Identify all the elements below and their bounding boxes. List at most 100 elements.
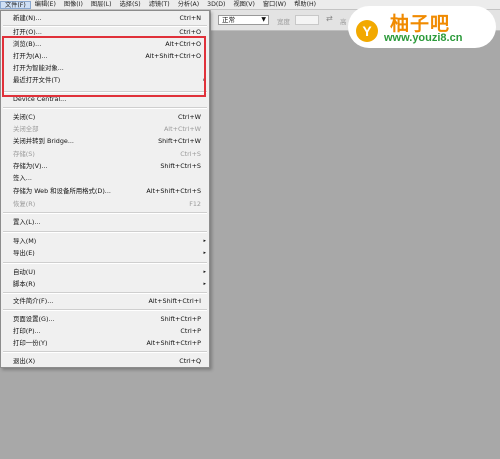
watermark-logo: Y 柚子吧 www.youzi8.cn — [348, 6, 496, 48]
menu-item-close[interactable]: 关闭(C) Ctrl+W — [1, 112, 209, 122]
menu-item-automate[interactable]: 自动(U) ▸ — [1, 267, 209, 277]
menu-item-label: 自动(U) — [13, 268, 36, 276]
menu-item-label: 导出(E) — [13, 249, 35, 257]
menu-item-print-one-copy[interactable]: 打印一份(Y) Alt+Shift+Ctrl+P — [1, 338, 209, 348]
menu-item-label: 关闭(C) — [13, 113, 36, 121]
logo-icon: Y — [356, 20, 378, 42]
menu-item-label: 页面设置(G)... — [13, 315, 55, 323]
menu-item-shortcut: Ctrl+N — [179, 14, 201, 22]
menu-item-page-setup[interactable]: 页面设置(G)... Shift+Ctrl+P — [1, 314, 209, 324]
menu-separator — [3, 262, 207, 264]
menu-view[interactable]: 视图(V) — [229, 0, 258, 9]
menu-item-shortcut: Ctrl+Q — [179, 357, 201, 365]
menu-item-shortcut: Alt+Shift+Ctrl+S — [146, 187, 201, 195]
menu-select[interactable]: 选择(S) — [116, 0, 145, 9]
menu-item-label: 浏览(B)... — [13, 40, 42, 48]
menu-item-shortcut: Alt+Shift+Ctrl+I — [148, 297, 202, 305]
menu-separator — [3, 91, 207, 93]
menu-item-export[interactable]: 导出(E) ▸ — [1, 248, 209, 258]
menu-item-file-info[interactable]: 文件简介(F)... Alt+Shift+Ctrl+I — [1, 296, 209, 306]
menu-3d[interactable]: 3D(D) — [203, 0, 229, 9]
submenu-arrow-icon: ▸ — [203, 238, 206, 244]
menu-item-exit[interactable]: 退出(X) Ctrl+Q — [1, 356, 209, 366]
submenu-arrow-icon: ▸ — [203, 281, 206, 287]
menu-item-new[interactable]: 新建(N)... Ctrl+N — [1, 13, 209, 23]
submenu-arrow-icon: ▸ — [203, 250, 206, 256]
menu-item-close-all[interactable]: 关闭全部 Alt+Ctrl+W — [1, 124, 209, 134]
menu-filter[interactable]: 滤镜(T) — [145, 0, 174, 9]
menu-item-print[interactable]: 打印(P)... Ctrl+P — [1, 326, 209, 336]
width-label: 宽度 — [277, 18, 290, 26]
menu-item-device-central[interactable]: Device Central... — [1, 94, 209, 104]
menu-item-label: 打开(O)... — [13, 28, 42, 36]
menu-item-shortcut: Alt+Ctrl+O — [165, 40, 201, 48]
menu-item-shortcut: Alt+Shift+Ctrl+P — [146, 339, 201, 347]
submenu-arrow-icon: ▸ — [203, 77, 206, 83]
menu-item-shortcut: Alt+Ctrl+W — [163, 125, 201, 133]
menu-item-save[interactable]: 存储(S) Ctrl+S — [1, 149, 209, 159]
menu-image[interactable]: 图像(I) — [60, 0, 87, 9]
menu-separator — [3, 309, 207, 311]
menu-item-close-go-bridge[interactable]: 关闭并转到 Bridge... Shift+Ctrl+W — [1, 136, 209, 146]
menu-file[interactable]: 文件(F) — [0, 0, 31, 9]
menu-item-label: 存储为(V)... — [13, 162, 48, 170]
menu-separator — [3, 292, 207, 294]
menu-item-label: 签入... — [13, 174, 32, 182]
menu-item-shortcut: Ctrl+S — [180, 150, 201, 158]
menu-help[interactable]: 帮助(H) — [290, 0, 320, 9]
menu-item-label: 退出(X) — [13, 357, 36, 365]
menu-item-shortcut: Shift+Ctrl+W — [158, 137, 201, 145]
menu-item-label: 存储为 Web 和设备所用格式(D)... — [13, 187, 111, 195]
menu-item-revert[interactable]: 恢复(R) F12 — [1, 199, 209, 209]
menu-item-save-for-web[interactable]: 存储为 Web 和设备所用格式(D)... Alt+Shift+Ctrl+S — [1, 186, 209, 196]
menu-item-label: 新建(N)... — [13, 14, 42, 22]
menu-item-browse[interactable]: 浏览(B)... Alt+Ctrl+O — [1, 39, 209, 49]
menu-item-label: 关闭全部 — [13, 125, 39, 133]
menu-item-recent-files[interactable]: 最近打开文件(T) ▸ — [1, 75, 209, 85]
menu-item-label: 导入(M) — [13, 237, 37, 245]
menu-item-label: 打印(P)... — [13, 327, 41, 335]
style-select-value: 正常 — [222, 16, 235, 24]
height-label: 高 — [340, 18, 347, 26]
file-menu-dropdown: 新建(N)... Ctrl+N 打开(O)... Ctrl+O 浏览(B)...… — [0, 10, 210, 368]
style-select[interactable]: 正常 ▼ — [218, 15, 269, 25]
menu-item-label: 存储(S) — [13, 150, 35, 158]
menu-item-open-smart-object[interactable]: 打开为智能对象... — [1, 63, 209, 73]
menu-item-open-as[interactable]: 打开为(A)... Alt+Shift+Ctrl+O — [1, 51, 209, 61]
swap-icon[interactable]: ⇄ — [326, 14, 333, 23]
menu-separator — [3, 351, 207, 353]
menu-item-label: 文件简介(F)... — [13, 297, 54, 305]
menu-item-scripts[interactable]: 脚本(R) ▸ — [1, 279, 209, 289]
menu-item-label: 置入(L)... — [13, 218, 41, 226]
menu-item-label: Device Central... — [13, 95, 67, 103]
menu-item-label: 打开为(A)... — [13, 52, 48, 60]
menu-separator — [3, 231, 207, 233]
menu-item-place[interactable]: 置入(L)... — [1, 217, 209, 227]
menu-item-shortcut: Ctrl+W — [177, 113, 201, 121]
menu-item-check-in[interactable]: 签入... — [1, 173, 209, 183]
menu-item-shortcut: Alt+Shift+Ctrl+O — [145, 52, 201, 60]
menu-item-shortcut: F12 — [189, 200, 201, 208]
menu-edit[interactable]: 编辑(E) — [31, 0, 60, 9]
menu-item-label: 最近打开文件(T) — [13, 76, 61, 84]
menu-item-label: 打印一份(Y) — [13, 339, 48, 347]
menu-layer[interactable]: 图层(L) — [87, 0, 116, 9]
menu-item-label: 关闭并转到 Bridge... — [13, 137, 74, 145]
menu-item-shortcut: Shift+Ctrl+S — [160, 162, 201, 170]
menu-window[interactable]: 窗口(W) — [259, 0, 290, 9]
menu-separator — [3, 107, 207, 109]
menu-separator — [3, 212, 207, 214]
chevron-down-icon: ▼ — [261, 16, 266, 23]
menu-item-shortcut: Ctrl+O — [179, 28, 201, 36]
menu-item-shortcut: Ctrl+P — [180, 327, 201, 335]
menu-item-label: 脚本(R) — [13, 280, 36, 288]
menu-item-label: 打开为智能对象... — [13, 64, 64, 72]
menu-item-shortcut: Shift+Ctrl+P — [160, 315, 201, 323]
width-field[interactable] — [295, 15, 319, 25]
menu-item-import[interactable]: 导入(M) ▸ — [1, 236, 209, 246]
menu-analysis[interactable]: 分析(A) — [174, 0, 203, 9]
logo-url: www.youzi8.cn — [384, 32, 463, 44]
submenu-arrow-icon: ▸ — [203, 269, 206, 275]
menu-item-save-as[interactable]: 存储为(V)... Shift+Ctrl+S — [1, 161, 209, 171]
menu-item-open[interactable]: 打开(O)... Ctrl+O — [1, 27, 209, 37]
